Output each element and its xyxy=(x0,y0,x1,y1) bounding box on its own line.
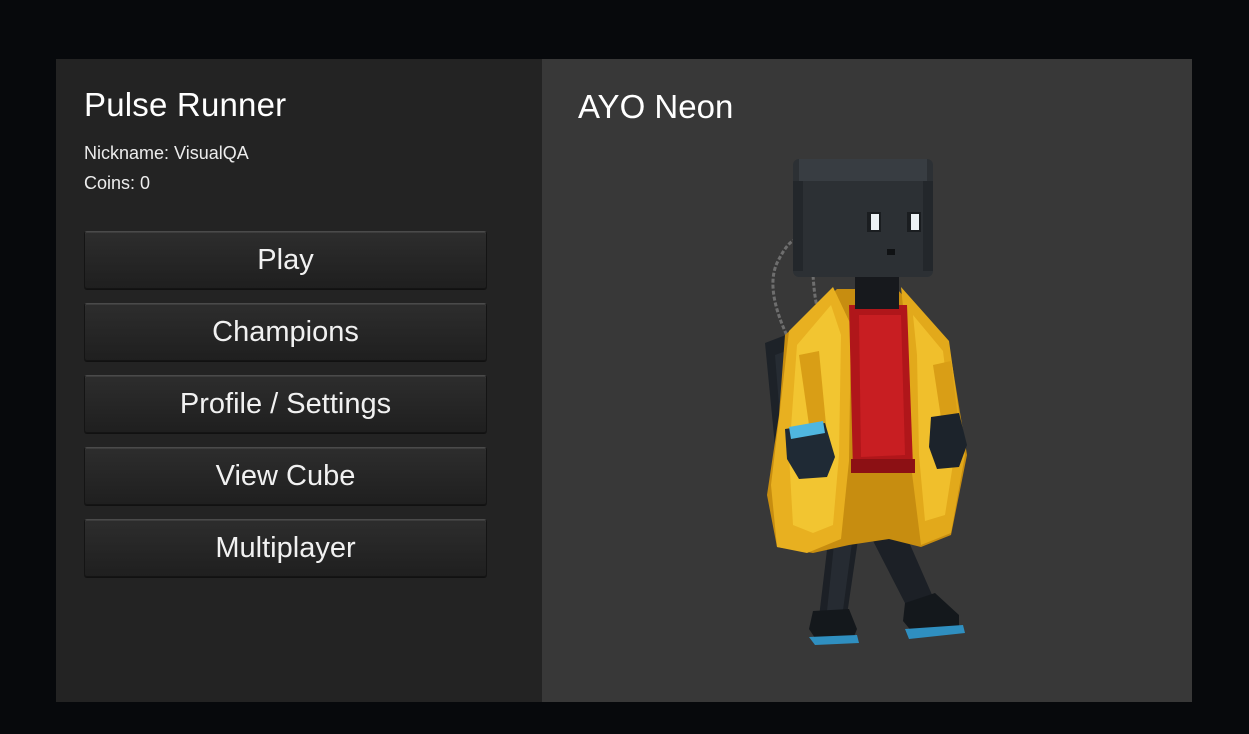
game-title: Pulse Runner xyxy=(84,86,287,123)
nickname-label: Nickname: VisualQA xyxy=(84,143,249,163)
main-menu-frame: Pulse Runner Nickname: VisualQA Coins: 0… xyxy=(56,59,1192,702)
coins-label: Coins: 0 xyxy=(84,173,151,193)
champions-button[interactable]: Champions xyxy=(84,303,487,361)
view-cube-button[interactable]: View Cube xyxy=(84,447,487,505)
champion-name: AYO Neon xyxy=(578,88,734,125)
champion-preview-panel: AYO Neon xyxy=(542,59,1192,702)
profile-settings-button[interactable]: Profile / Settings xyxy=(84,375,487,433)
multiplayer-button[interactable]: Multiplayer xyxy=(84,519,487,577)
menu-buttons: Play Champions Profile / Settings View C… xyxy=(84,231,487,591)
menu-panel: Pulse Runner Nickname: VisualQA Coins: 0… xyxy=(56,59,542,702)
play-button[interactable]: Play xyxy=(84,231,487,289)
champion-sprite xyxy=(765,159,967,645)
